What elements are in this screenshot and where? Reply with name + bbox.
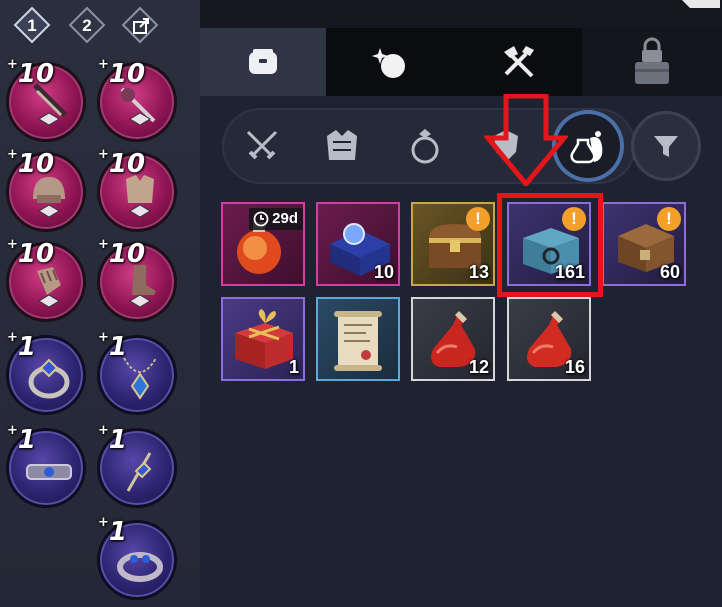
crafting-tools-icon (504, 46, 534, 78)
bag-icon (249, 49, 277, 74)
expiry-timer: 29d (249, 208, 303, 230)
weapon-offhand-slot[interactable]: +10 (97, 57, 177, 142)
bracelet-slot[interactable]: +1 (6, 423, 86, 508)
necklace-slot[interactable]: +1 (97, 330, 177, 415)
bomb-icon (372, 48, 405, 78)
preset-1-label: 1 (27, 16, 37, 35)
category-accessories[interactable] (393, 114, 457, 178)
inventory-slot-wooden-chest[interactable]: ! 60 (602, 202, 686, 286)
inventory-slot-jewel-box[interactable]: 10 (316, 202, 400, 286)
top-strip (200, 0, 722, 28)
armor-icon (327, 130, 357, 160)
filter-funnel-icon (654, 136, 678, 157)
preset-2-label: 2 (82, 16, 92, 35)
enhance-level: +10 (98, 237, 146, 269)
enhance-level: +1 (7, 330, 36, 362)
guide-arrow-icon (484, 94, 568, 186)
enhance-level: +1 (98, 423, 127, 455)
inventory-slot-gift-box[interactable]: 1 (221, 297, 305, 381)
item-quantity: 1 (288, 357, 299, 377)
enhance-level: +1 (98, 515, 127, 547)
ring-right-slot[interactable]: +1 (97, 515, 177, 600)
ring-left-slot[interactable]: +1 (6, 330, 86, 415)
enhance-level: +10 (98, 57, 146, 89)
clock-icon (253, 211, 269, 227)
scroll-icon (334, 311, 382, 371)
filter-button[interactable] (634, 114, 698, 178)
item-quantity: 12 (468, 357, 489, 377)
highlight-box (497, 193, 603, 297)
enhance-level: +1 (98, 330, 127, 362)
item-quantity: 60 (659, 262, 680, 282)
back-arrow-icon[interactable] (680, 0, 722, 10)
ring-icon (411, 129, 439, 164)
inventory-slot-gold-chest[interactable]: ! 13 (411, 202, 495, 286)
boots-slot[interactable]: +10 (97, 237, 177, 322)
earring-slot[interactable]: +1 (97, 423, 177, 508)
enhance-level: +1 (7, 423, 36, 455)
weapon-slot[interactable]: +10 (6, 57, 86, 142)
potion-bag-icon (570, 131, 603, 164)
armor-slot[interactable]: +10 (97, 147, 177, 232)
inventory-slot-hp-potion-large[interactable]: 16 (507, 297, 591, 381)
item-quantity: 10 (373, 262, 394, 282)
inventory-slot-scroll[interactable] (316, 297, 400, 381)
enhance-level: +10 (98, 147, 146, 179)
category-weapons[interactable] (230, 114, 294, 178)
gloves-slot[interactable]: +10 (6, 237, 86, 322)
enhance-level: +10 (7, 237, 55, 269)
category-armor[interactable] (310, 114, 374, 178)
alert-badge: ! (657, 207, 681, 231)
enhance-level: +10 (7, 57, 55, 89)
alert-badge: ! (466, 207, 490, 231)
item-quantity: 16 (564, 357, 585, 377)
locked-storage-icon (635, 37, 669, 84)
inventory-slot-elixir[interactable]: 29d (221, 202, 305, 286)
inventory-slot-hp-potion[interactable]: 12 (411, 297, 495, 381)
crossed-swords-icon (246, 130, 278, 160)
tab-consumables[interactable] (326, 28, 454, 96)
tab-crafting[interactable] (454, 28, 582, 96)
enhance-level: +10 (7, 147, 55, 179)
tab-inventory[interactable] (200, 28, 326, 96)
tab-storage[interactable] (582, 28, 722, 96)
item-quantity: 13 (468, 262, 489, 282)
helmet-slot[interactable]: +10 (6, 147, 86, 232)
share-export-icon (133, 18, 149, 34)
